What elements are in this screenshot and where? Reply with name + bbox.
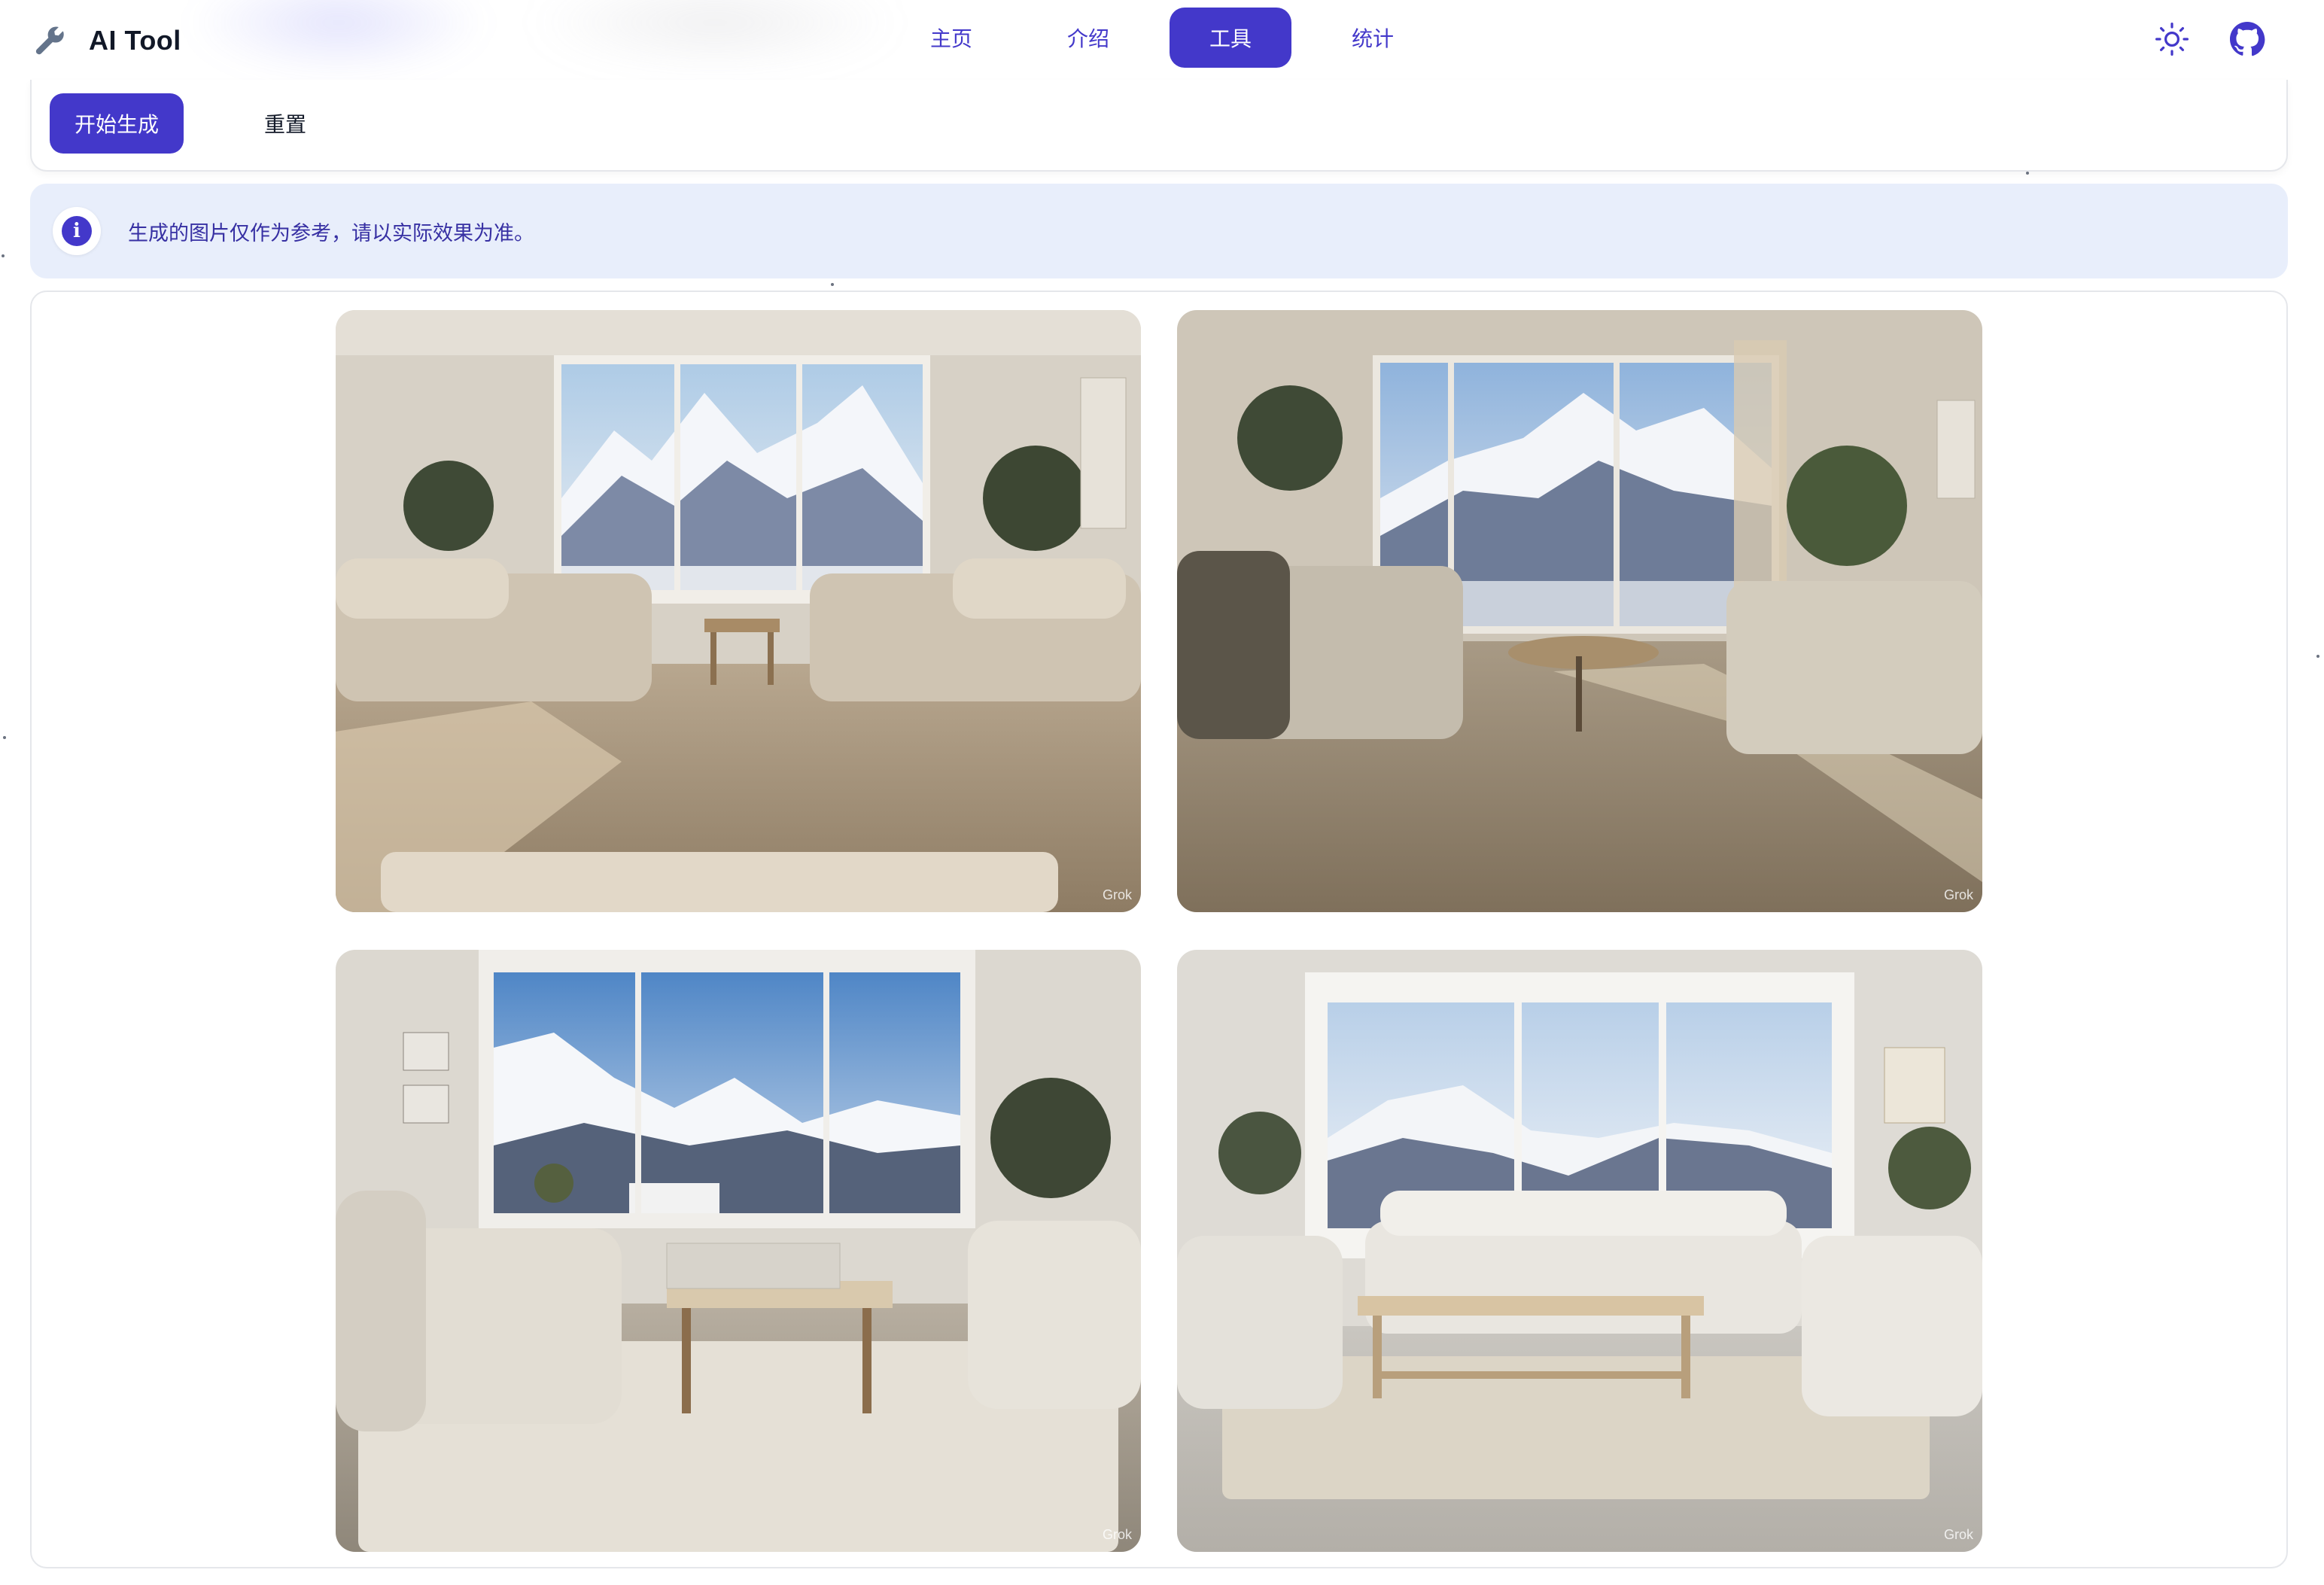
generated-image[interactable]: Grok (336, 950, 1141, 1552)
generated-image[interactable]: Grok (1177, 310, 1982, 912)
top-navbar: AI Tool 主页 介绍 工具 统计 (0, 0, 2324, 84)
living-room-image (1177, 310, 1982, 912)
main-nav: 主页 介绍 工具 统计 (896, 8, 1428, 68)
decorative-dot (2316, 655, 2319, 658)
generated-image[interactable]: Grok (1177, 950, 1982, 1552)
generate-button[interactable]: 开始生成 (50, 93, 184, 154)
nav-item-home[interactable]: 主页 (896, 8, 1007, 68)
action-bar: 开始生成 重置 (30, 80, 2288, 172)
watermark-text: Grok (1943, 1527, 1973, 1542)
header-blur-decoration (188, 0, 489, 75)
watermark-text: Grok (1102, 1527, 1132, 1542)
decorative-dot (2, 254, 5, 257)
header-blur-decoration (527, 0, 903, 68)
info-notice: i 生成的图片仅作为参考，请以实际效果为准。 (30, 184, 2288, 278)
header-actions (2154, 21, 2265, 57)
github-icon[interactable] (2229, 21, 2265, 57)
watermark-text: Grok (1943, 887, 1973, 902)
sun-icon[interactable] (2154, 21, 2190, 57)
nav-item-intro[interactable]: 介绍 (1033, 8, 1144, 68)
living-room-image (336, 950, 1141, 1552)
reset-button[interactable]: 重置 (224, 93, 346, 154)
nav-item-tools[interactable]: 工具 (1170, 8, 1291, 68)
living-room-image (336, 310, 1141, 912)
brand-title: AI Tool (89, 25, 181, 56)
brand[interactable]: AI Tool (33, 20, 181, 62)
watermark-text: Grok (1102, 887, 1132, 902)
notice-text: 生成的图片仅作为参考，请以实际效果为准。 (128, 221, 534, 245)
info-icon: i (62, 216, 92, 246)
info-icon-wrapper: i (53, 207, 101, 255)
wrench-icon (35, 26, 64, 55)
decorative-dot (3, 736, 6, 739)
decorative-dot (831, 283, 834, 286)
generated-image[interactable]: Grok (336, 310, 1141, 912)
living-room-image (1177, 950, 1982, 1552)
nav-item-stats[interactable]: 统计 (1317, 8, 1428, 68)
decorative-dot (2026, 172, 2029, 175)
image-gallery: Grok Grok Grok Grok (30, 291, 2288, 1568)
